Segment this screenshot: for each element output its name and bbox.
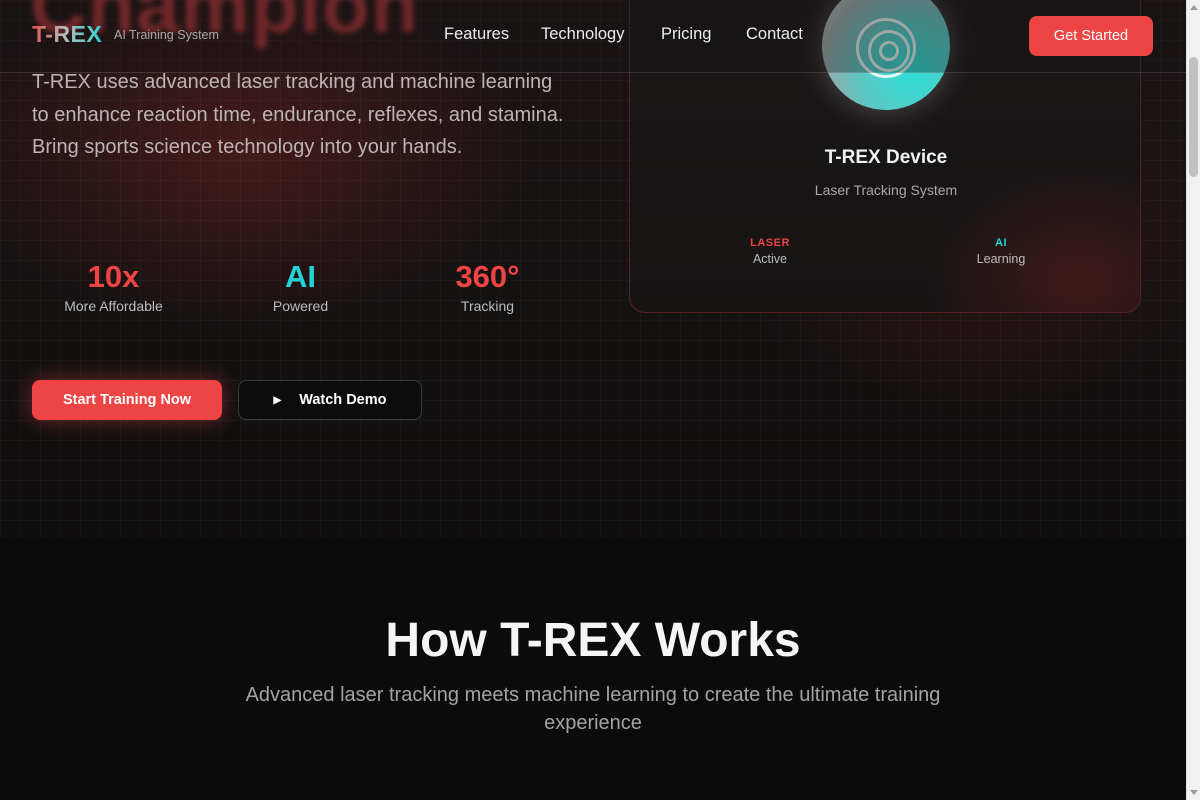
nav-link-technology[interactable]: Technology (541, 25, 624, 44)
page: Champion T-REX uses advanced laser track… (0, 0, 1200, 800)
stat-tracking: 360° Tracking (394, 258, 581, 314)
start-training-button[interactable]: Start Training Now (32, 380, 222, 420)
stats-row: 10x More Affordable AI Powered 360° Trac… (20, 258, 580, 328)
section-title: How T-REX Works (385, 614, 801, 667)
play-icon: ▶ (273, 394, 282, 406)
nav-link-contact[interactable]: Contact (746, 25, 803, 44)
scroll-down-arrow-icon[interactable] (1190, 790, 1198, 795)
watch-demo-label: Watch Demo (299, 392, 387, 408)
stat-value: 360° (455, 259, 520, 294)
stat-value: 10x (87, 259, 140, 294)
page-scrollbar[interactable] (1186, 0, 1200, 800)
stat-label: Tracking (460, 298, 515, 314)
stat-affordable: 10x More Affordable (20, 258, 207, 314)
logo[interactable]: T-REX (32, 21, 102, 48)
get-started-button[interactable]: Get Started (1029, 16, 1153, 56)
laser-status: LASER Active (710, 237, 830, 266)
stat-label: Powered (272, 298, 329, 314)
device-title: T-REX Device (824, 147, 948, 168)
section-subtitle: Advanced laser tracking meets machine le… (245, 684, 941, 734)
hero-section: Champion T-REX uses advanced laser track… (0, 0, 1186, 537)
scroll-up-arrow-icon[interactable] (1190, 5, 1198, 10)
status-badge-value: Learning (976, 252, 1026, 266)
hero-description: T-REX uses advanced laser tracking and m… (32, 71, 564, 158)
how-it-works-section: How T-REX Works Advanced laser tracking … (0, 537, 1186, 800)
stat-value: AI (285, 259, 316, 294)
watch-demo-button[interactable]: ▶ Watch Demo (238, 380, 422, 420)
status-badge-label: LASER (750, 237, 790, 249)
stat-ai: AI Powered (207, 258, 394, 314)
ai-status: AI Learning (941, 237, 1061, 266)
scrollbar-thumb[interactable] (1189, 57, 1198, 177)
nav-link-features[interactable]: Features (444, 25, 509, 44)
navbar: T-REX AI Training System Features Techno… (0, 0, 1186, 73)
device-subtitle: Laser Tracking System (814, 182, 958, 198)
status-badge-label: AI (995, 237, 1007, 249)
nav-link-pricing[interactable]: Pricing (661, 25, 711, 44)
logo-tagline: AI Training System (114, 28, 219, 42)
status-badge-value: Active (752, 252, 788, 266)
stat-label: More Affordable (64, 298, 163, 314)
